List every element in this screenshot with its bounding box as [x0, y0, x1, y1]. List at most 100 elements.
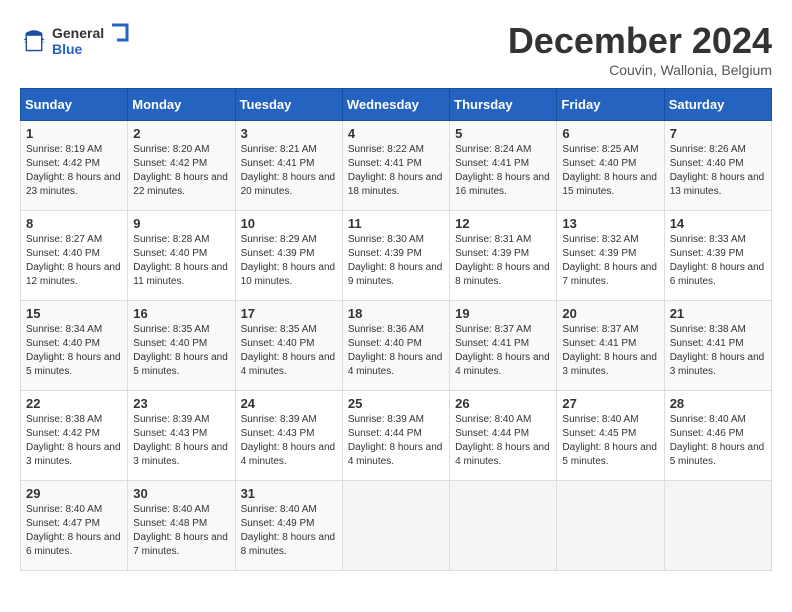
logo-svg: General Blue — [52, 20, 132, 60]
day-info: Sunrise: 8:37 AM Sunset: 4:41 PM Dayligh… — [562, 323, 658, 379]
calendar-day-cell: 9 Sunrise: 8:28 AM Sunset: 4:40 PM Dayli… — [128, 211, 235, 301]
logo-icon — [20, 26, 48, 54]
day-number: 12 — [455, 216, 551, 231]
day-number: 19 — [455, 306, 551, 321]
location-subtitle: Couvin, Wallonia, Belgium — [508, 62, 772, 78]
calendar-day-cell: 25 Sunrise: 8:39 AM Sunset: 4:44 PM Dayl… — [342, 391, 449, 481]
day-number: 31 — [241, 486, 337, 501]
calendar-day-cell: 21 Sunrise: 8:38 AM Sunset: 4:41 PM Dayl… — [664, 301, 771, 391]
day-of-week-header: Friday — [557, 89, 664, 121]
day-of-week-header: Sunday — [21, 89, 128, 121]
calendar-day-cell: 8 Sunrise: 8:27 AM Sunset: 4:40 PM Dayli… — [21, 211, 128, 301]
calendar-day-cell: 23 Sunrise: 8:39 AM Sunset: 4:43 PM Dayl… — [128, 391, 235, 481]
day-info: Sunrise: 8:27 AM Sunset: 4:40 PM Dayligh… — [26, 233, 122, 289]
day-number: 20 — [562, 306, 658, 321]
day-info: Sunrise: 8:35 AM Sunset: 4:40 PM Dayligh… — [133, 323, 229, 379]
day-info: Sunrise: 8:32 AM Sunset: 4:39 PM Dayligh… — [562, 233, 658, 289]
calendar-day-cell: 26 Sunrise: 8:40 AM Sunset: 4:44 PM Dayl… — [450, 391, 557, 481]
day-info: Sunrise: 8:36 AM Sunset: 4:40 PM Dayligh… — [348, 323, 444, 379]
day-number: 28 — [670, 396, 766, 411]
day-of-week-header: Thursday — [450, 89, 557, 121]
calendar-week-row: 1 Sunrise: 8:19 AM Sunset: 4:42 PM Dayli… — [21, 121, 772, 211]
calendar-day-cell: 12 Sunrise: 8:31 AM Sunset: 4:39 PM Dayl… — [450, 211, 557, 301]
day-info: Sunrise: 8:25 AM Sunset: 4:40 PM Dayligh… — [562, 143, 658, 199]
day-info: Sunrise: 8:30 AM Sunset: 4:39 PM Dayligh… — [348, 233, 444, 289]
day-info: Sunrise: 8:40 AM Sunset: 4:45 PM Dayligh… — [562, 413, 658, 469]
calendar-day-cell: 29 Sunrise: 8:40 AM Sunset: 4:47 PM Dayl… — [21, 481, 128, 571]
day-info: Sunrise: 8:37 AM Sunset: 4:41 PM Dayligh… — [455, 323, 551, 379]
day-number: 5 — [455, 126, 551, 141]
calendar-day-cell: 20 Sunrise: 8:37 AM Sunset: 4:41 PM Dayl… — [557, 301, 664, 391]
day-info: Sunrise: 8:20 AM Sunset: 4:42 PM Dayligh… — [133, 143, 229, 199]
day-info: Sunrise: 8:19 AM Sunset: 4:42 PM Dayligh… — [26, 143, 122, 199]
calendar-day-cell: 2 Sunrise: 8:20 AM Sunset: 4:42 PM Dayli… — [128, 121, 235, 211]
day-of-week-header: Tuesday — [235, 89, 342, 121]
day-number: 25 — [348, 396, 444, 411]
calendar-day-cell — [664, 481, 771, 571]
day-number: 3 — [241, 126, 337, 141]
calendar-day-cell: 10 Sunrise: 8:29 AM Sunset: 4:39 PM Dayl… — [235, 211, 342, 301]
calendar-day-cell: 19 Sunrise: 8:37 AM Sunset: 4:41 PM Dayl… — [450, 301, 557, 391]
day-number: 6 — [562, 126, 658, 141]
day-number: 29 — [26, 486, 122, 501]
day-info: Sunrise: 8:34 AM Sunset: 4:40 PM Dayligh… — [26, 323, 122, 379]
calendar-day-cell: 22 Sunrise: 8:38 AM Sunset: 4:42 PM Dayl… — [21, 391, 128, 481]
svg-text:Blue: Blue — [52, 41, 83, 57]
day-info: Sunrise: 8:35 AM Sunset: 4:40 PM Dayligh… — [241, 323, 337, 379]
svg-text:General: General — [52, 25, 104, 41]
calendar-day-cell: 24 Sunrise: 8:39 AM Sunset: 4:43 PM Dayl… — [235, 391, 342, 481]
day-info: Sunrise: 8:26 AM Sunset: 4:40 PM Dayligh… — [670, 143, 766, 199]
day-number: 8 — [26, 216, 122, 231]
calendar-day-cell — [557, 481, 664, 571]
day-number: 13 — [562, 216, 658, 231]
day-of-week-header: Wednesday — [342, 89, 449, 121]
day-number: 17 — [241, 306, 337, 321]
calendar-day-cell: 14 Sunrise: 8:33 AM Sunset: 4:39 PM Dayl… — [664, 211, 771, 301]
day-number: 15 — [26, 306, 122, 321]
page-header: General Blue December 2024 Couvin, Wallo… — [20, 20, 772, 78]
calendar-day-cell: 4 Sunrise: 8:22 AM Sunset: 4:41 PM Dayli… — [342, 121, 449, 211]
calendar-day-cell — [342, 481, 449, 571]
day-info: Sunrise: 8:24 AM Sunset: 4:41 PM Dayligh… — [455, 143, 551, 199]
day-info: Sunrise: 8:28 AM Sunset: 4:40 PM Dayligh… — [133, 233, 229, 289]
calendar-day-cell: 28 Sunrise: 8:40 AM Sunset: 4:46 PM Dayl… — [664, 391, 771, 481]
calendar-day-cell: 6 Sunrise: 8:25 AM Sunset: 4:40 PM Dayli… — [557, 121, 664, 211]
day-of-week-header: Monday — [128, 89, 235, 121]
day-number: 10 — [241, 216, 337, 231]
day-info: Sunrise: 8:31 AM Sunset: 4:39 PM Dayligh… — [455, 233, 551, 289]
day-number: 7 — [670, 126, 766, 141]
calendar-day-cell: 5 Sunrise: 8:24 AM Sunset: 4:41 PM Dayli… — [450, 121, 557, 211]
day-info: Sunrise: 8:21 AM Sunset: 4:41 PM Dayligh… — [241, 143, 337, 199]
day-info: Sunrise: 8:38 AM Sunset: 4:42 PM Dayligh… — [26, 413, 122, 469]
day-number: 23 — [133, 396, 229, 411]
calendar-day-cell: 18 Sunrise: 8:36 AM Sunset: 4:40 PM Dayl… — [342, 301, 449, 391]
day-info: Sunrise: 8:40 AM Sunset: 4:48 PM Dayligh… — [133, 503, 229, 559]
day-info: Sunrise: 8:40 AM Sunset: 4:49 PM Dayligh… — [241, 503, 337, 559]
day-number: 11 — [348, 216, 444, 231]
calendar-day-cell: 11 Sunrise: 8:30 AM Sunset: 4:39 PM Dayl… — [342, 211, 449, 301]
calendar-week-row: 22 Sunrise: 8:38 AM Sunset: 4:42 PM Dayl… — [21, 391, 772, 481]
day-number: 14 — [670, 216, 766, 231]
day-info: Sunrise: 8:29 AM Sunset: 4:39 PM Dayligh… — [241, 233, 337, 289]
day-number: 2 — [133, 126, 229, 141]
logo: General Blue — [20, 20, 132, 60]
day-number: 16 — [133, 306, 229, 321]
title-block: December 2024 Couvin, Wallonia, Belgium — [508, 20, 772, 78]
day-number: 1 — [26, 126, 122, 141]
day-info: Sunrise: 8:40 AM Sunset: 4:46 PM Dayligh… — [670, 413, 766, 469]
calendar-table: SundayMondayTuesdayWednesdayThursdayFrid… — [20, 88, 772, 571]
day-number: 18 — [348, 306, 444, 321]
calendar-day-cell: 16 Sunrise: 8:35 AM Sunset: 4:40 PM Dayl… — [128, 301, 235, 391]
calendar-day-cell: 3 Sunrise: 8:21 AM Sunset: 4:41 PM Dayli… — [235, 121, 342, 211]
day-number: 9 — [133, 216, 229, 231]
calendar-day-cell: 7 Sunrise: 8:26 AM Sunset: 4:40 PM Dayli… — [664, 121, 771, 211]
day-number: 30 — [133, 486, 229, 501]
calendar-day-cell: 15 Sunrise: 8:34 AM Sunset: 4:40 PM Dayl… — [21, 301, 128, 391]
calendar-week-row: 15 Sunrise: 8:34 AM Sunset: 4:40 PM Dayl… — [21, 301, 772, 391]
calendar-day-cell: 31 Sunrise: 8:40 AM Sunset: 4:49 PM Dayl… — [235, 481, 342, 571]
day-of-week-header: Saturday — [664, 89, 771, 121]
day-info: Sunrise: 8:40 AM Sunset: 4:47 PM Dayligh… — [26, 503, 122, 559]
day-number: 24 — [241, 396, 337, 411]
day-info: Sunrise: 8:38 AM Sunset: 4:41 PM Dayligh… — [670, 323, 766, 379]
day-info: Sunrise: 8:39 AM Sunset: 4:43 PM Dayligh… — [241, 413, 337, 469]
